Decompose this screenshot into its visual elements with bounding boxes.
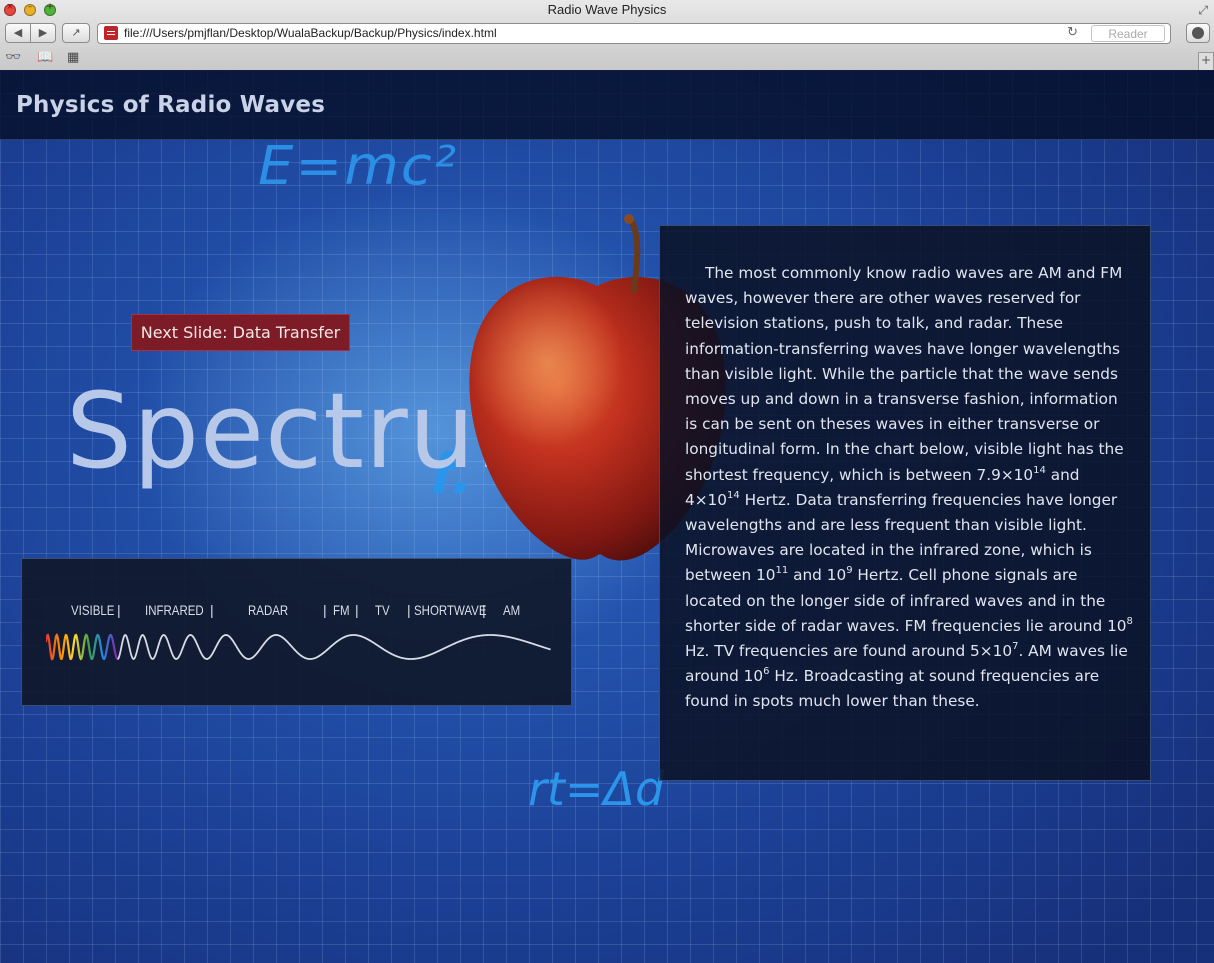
formula-emc2: E=mc² (258, 135, 459, 198)
url-text[interactable]: file:///Users/pmjflan/Desktop/WualaBacku… (124, 26, 497, 40)
next-slide-button[interactable]: Next Slide: Data Transfer (131, 314, 350, 351)
top-sites-grid-icon[interactable]: ▦ (67, 50, 79, 65)
title-bar: × – + Radio Wave Physics ⤢ (0, 0, 1214, 22)
back-button[interactable]: ◀ (5, 23, 31, 43)
reload-icon[interactable]: ↻ (1067, 25, 1078, 40)
browser-toolbar: ◀ ▶ ↗ file:///Users/pmjflan/Desktop/Wual… (0, 22, 1214, 46)
label-shortwave: SHORTWAVE (414, 602, 487, 618)
label-tv: TV (375, 602, 390, 618)
body-segment: Hz. TV frequencies are found around 5×10 (685, 642, 1013, 661)
separator: | (407, 602, 411, 618)
bookmarks-book-icon[interactable]: 📖 (37, 50, 53, 65)
separator: | (323, 602, 327, 618)
bookmarks-bar: 👓 📖 ▦ (0, 46, 1214, 70)
spectrum-chart-panel: VISIBLE | INFRARED | RADAR | FM | TV | S… (21, 558, 572, 706)
explanation-panel: The most commonly know radio waves are A… (659, 225, 1151, 781)
separator: | (355, 602, 359, 618)
forward-button[interactable]: ▶ (30, 23, 56, 43)
back-arrow-icon: ◀ (13, 26, 23, 39)
exponent: 14 (727, 489, 740, 501)
browser-chrome: × – + Radio Wave Physics ⤢ ◀ ▶ ↗ file://… (0, 0, 1214, 71)
forward-arrow-icon: ▶ (38, 26, 48, 39)
spectrum-wave-graphic (46, 632, 551, 661)
reading-list-icon[interactable]: 👓 (5, 50, 21, 65)
exponent: 8 (1126, 615, 1133, 627)
exponent: 14 (1033, 464, 1046, 476)
separator: | (482, 602, 486, 618)
separator: | (210, 602, 214, 618)
wave-long (117, 633, 551, 660)
site-title: Physics of Radio Waves (16, 92, 326, 118)
label-am: AM (503, 602, 521, 618)
exponent: 11 (775, 565, 789, 577)
page-header: Physics of Radio Waves (0, 70, 1214, 140)
reader-button[interactable]: Reader (1091, 25, 1165, 42)
window-title: Radio Wave Physics (547, 2, 667, 17)
page-content: Physics of Radio Waves E=mc² f. rt=Δd Sp… (0, 70, 1214, 963)
wave-visible (46, 632, 119, 661)
body-segment: The most commonly know radio waves are A… (685, 264, 1124, 484)
separator: | (117, 602, 121, 618)
new-tab-button[interactable]: + (1198, 52, 1214, 70)
label-radar: RADAR (248, 602, 289, 618)
label-infrared: INFRARED (145, 602, 204, 618)
label-fm: FM (333, 602, 350, 618)
formula-rt: rt=Δd (528, 762, 665, 816)
explanation-text: The most commonly know radio waves are A… (685, 261, 1133, 715)
fullscreen-icon[interactable]: ⤢ (1198, 3, 1208, 18)
share-icon: ↗ (71, 26, 81, 39)
page-favicon-icon (104, 26, 118, 40)
share-button[interactable]: ↗ (62, 23, 90, 43)
address-bar[interactable]: file:///Users/pmjflan/Desktop/WualaBacku… (97, 23, 1171, 44)
body-segment: and 10 (788, 566, 847, 585)
label-visible: VISIBLE (71, 602, 115, 618)
downloads-button[interactable] (1186, 23, 1210, 43)
